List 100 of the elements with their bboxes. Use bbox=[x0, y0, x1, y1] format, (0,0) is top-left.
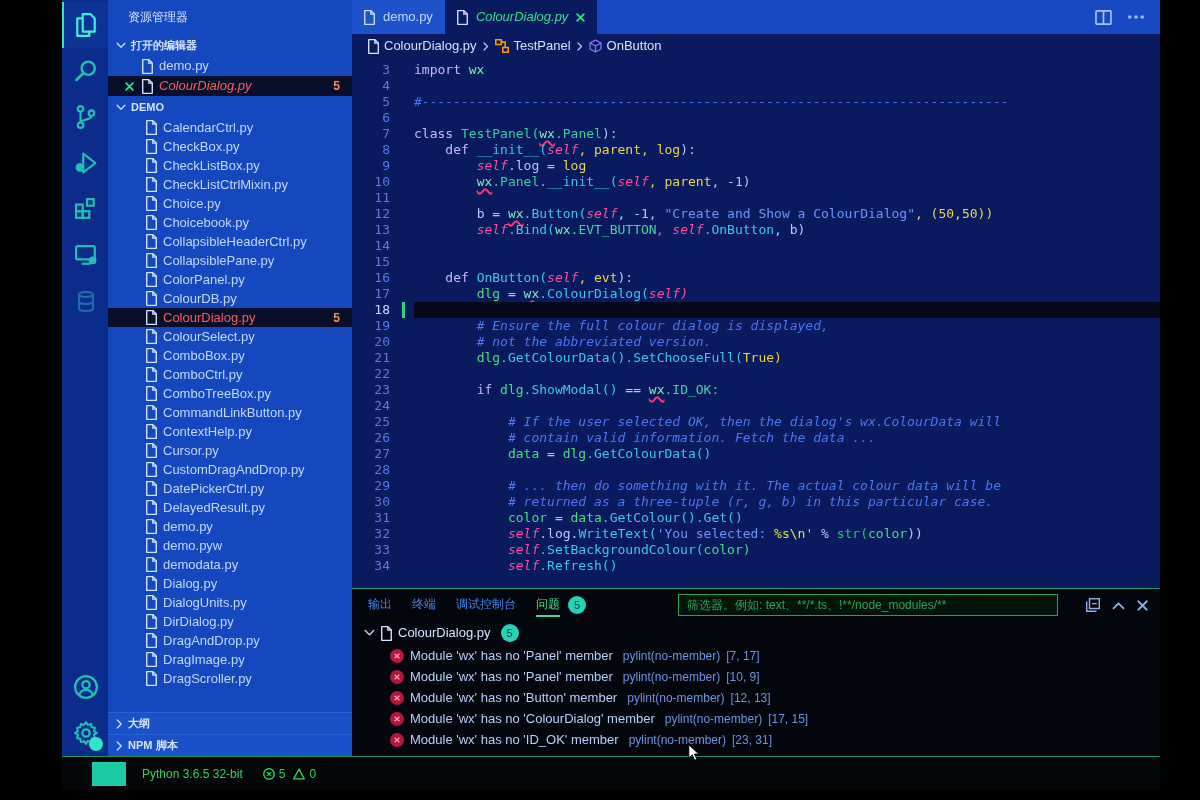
file-item[interactable]: demo.pyw bbox=[108, 536, 352, 555]
file-item[interactable]: DialogUnits.py bbox=[108, 593, 352, 612]
file-item[interactable]: Choicebook.py bbox=[108, 213, 352, 232]
file-item[interactable]: CheckListCtrlMixin.py bbox=[108, 175, 352, 194]
section-header[interactable]: NPM 脚本 bbox=[108, 734, 352, 756]
problem-row[interactable]: Module 'wx' has no 'Button' member pylint(no-member) [12, 13] bbox=[364, 687, 1160, 708]
breadcrumb-item[interactable]: OnButton bbox=[588, 36, 662, 56]
code-line: import wx bbox=[414, 62, 486, 78]
breadcrumb-item[interactable]: TestPanel bbox=[494, 36, 571, 56]
line-number: 26 bbox=[373, 430, 391, 446]
problem-source: pylint(no-member) bbox=[622, 647, 721, 665]
file-item[interactable]: CollapsibleHeaderCtrl.py bbox=[108, 232, 352, 251]
file-item[interactable]: DragScroller.py bbox=[108, 669, 352, 688]
problem-source: pylint(no-member) bbox=[664, 710, 763, 728]
problem-row[interactable]: Module 'wx' has no 'ColourDialog' member pylint(no-member) [17, 15] bbox=[364, 708, 1160, 729]
file-item[interactable]: CheckListBox.py bbox=[108, 156, 352, 175]
problem-file-row[interactable]: ColourDialog.py 5 bbox=[364, 621, 1160, 645]
file-icon bbox=[146, 310, 157, 325]
chevron-up-icon[interactable] bbox=[1112, 600, 1125, 610]
line-number: 4 bbox=[381, 78, 391, 94]
line-number: 19 bbox=[373, 318, 391, 334]
file-item[interactable]: ComboTreeBox.py bbox=[108, 384, 352, 403]
panel-tab[interactable]: 问题 bbox=[536, 593, 560, 617]
breadcrumb-item[interactable]: ColourDialog.py bbox=[368, 36, 477, 56]
problem-row[interactable]: Module 'wx' has no 'Panel' member pylint(no-member) [10, 9] bbox=[364, 666, 1160, 687]
error-icon bbox=[262, 767, 275, 780]
editor-tab[interactable]: ColourDialog.py bbox=[444, 0, 598, 34]
file-item[interactable]: ComboCtrl.py bbox=[108, 365, 352, 384]
code-line: # returned as a three-tuple (r, g, b) in this particular case. bbox=[506, 494, 995, 510]
file-item[interactable]: ColourDialog.py 5 bbox=[108, 308, 352, 327]
file-icon bbox=[146, 633, 157, 648]
file-item[interactable]: CommandLinkButton.py bbox=[108, 403, 352, 422]
panel-tab[interactable]: 调试控制台 bbox=[456, 593, 516, 617]
file-item[interactable]: demo.py bbox=[108, 517, 352, 536]
remote-button[interactable] bbox=[92, 761, 126, 786]
file-item[interactable]: Cursor.py bbox=[108, 441, 352, 460]
file-icon bbox=[146, 348, 157, 363]
file-icon bbox=[146, 519, 157, 534]
file-icon bbox=[381, 625, 392, 641]
file-item[interactable]: ContextHelp.py bbox=[108, 422, 352, 441]
section-header[interactable]: 打开的编辑器 bbox=[108, 34, 352, 56]
file-item[interactable]: CheckBox.py bbox=[108, 137, 352, 156]
problem-location: [12, 13] bbox=[730, 689, 771, 707]
file-item[interactable]: DirDialog.py bbox=[108, 612, 352, 631]
code-line: class TestPanel(wx.Panel): bbox=[414, 126, 619, 142]
section-header[interactable]: DEMO bbox=[108, 96, 352, 118]
error-icon bbox=[390, 648, 404, 663]
problem-row[interactable]: Module 'wx' has no 'ID_OK' member pylint(no-member) [23, 31] bbox=[364, 729, 1160, 750]
file-item[interactable]: ColorPanel.py bbox=[108, 270, 352, 289]
file-item[interactable]: DatePickerCtrl.py bbox=[108, 479, 352, 498]
file-item[interactable]: Dialog.py bbox=[108, 574, 352, 593]
problems-button[interactable]: 5 0 bbox=[258, 764, 321, 783]
problem-row[interactable]: Module 'wx' has no 'Panel' member pylint(no-member) [7, 17] bbox=[364, 645, 1160, 666]
file-icon bbox=[146, 424, 157, 439]
more-icon[interactable] bbox=[1128, 15, 1144, 19]
close-icon[interactable] bbox=[124, 81, 134, 91]
line-number: 20 bbox=[373, 334, 391, 350]
file-item[interactable]: DelayedResult.py bbox=[108, 498, 352, 517]
file-item[interactable]: DragImage.py bbox=[108, 650, 352, 669]
file-item[interactable]: DragAndDrop.py bbox=[108, 631, 352, 650]
file-item[interactable]: CollapsiblePane.py bbox=[108, 251, 352, 270]
monitor-icon bbox=[75, 244, 97, 266]
file-item[interactable]: demo.py bbox=[108, 56, 352, 76]
file-item[interactable]: CustomDragAndDrop.py bbox=[108, 460, 352, 479]
problem-count: 5 bbox=[333, 309, 340, 327]
split-editor-icon[interactable] bbox=[1095, 9, 1112, 25]
line-number: 27 bbox=[373, 446, 391, 462]
code-line: self.log = log bbox=[475, 158, 588, 174]
file-icon bbox=[146, 538, 157, 553]
close-icon[interactable] bbox=[576, 12, 586, 22]
file-icon bbox=[146, 405, 157, 420]
file-item[interactable]: CalendarCtrl.py bbox=[108, 118, 352, 137]
file-item[interactable]: Choice.py bbox=[108, 194, 352, 213]
line-number: 18 bbox=[373, 302, 391, 318]
file-item[interactable]: ColourSelect.py bbox=[108, 327, 352, 346]
line-number: 13 bbox=[373, 222, 391, 238]
section-header[interactable]: 大纲 bbox=[108, 712, 352, 734]
code-line: # ... then do something with it. The actual colour data will be bbox=[506, 478, 1002, 494]
file-icon bbox=[142, 58, 153, 74]
editor-tab[interactable]: demo.py bbox=[352, 0, 445, 34]
collapse-all-icon[interactable] bbox=[1086, 598, 1100, 612]
file-icon bbox=[146, 215, 157, 230]
file-item[interactable]: ColourDialog.py 5 bbox=[108, 76, 352, 96]
panel-tab[interactable]: 终端 bbox=[412, 593, 436, 617]
files-icon bbox=[76, 13, 96, 37]
panel-tab[interactable]: 输出 bbox=[368, 593, 392, 617]
interpreter-button[interactable]: Python 3.6.5 32-bit bbox=[138, 764, 247, 783]
file-icon bbox=[146, 462, 157, 477]
line-number: 11 bbox=[373, 190, 391, 206]
file-icon bbox=[146, 595, 157, 610]
close-icon[interactable] bbox=[1137, 599, 1148, 611]
run-icon bbox=[75, 152, 97, 174]
settings-icon bbox=[74, 721, 98, 745]
filter-field[interactable]: 筛选器。例如: text、**/*.ts、!**/node_modules/** bbox=[678, 594, 1058, 616]
file-item[interactable]: demodata.py bbox=[108, 555, 352, 574]
problem-location: [23, 31] bbox=[732, 731, 772, 749]
activity-button[interactable] bbox=[62, 2, 108, 48]
file-icon bbox=[146, 177, 157, 192]
file-item[interactable]: ComboBox.py bbox=[108, 346, 352, 365]
file-item[interactable]: ColourDB.py bbox=[108, 289, 352, 308]
